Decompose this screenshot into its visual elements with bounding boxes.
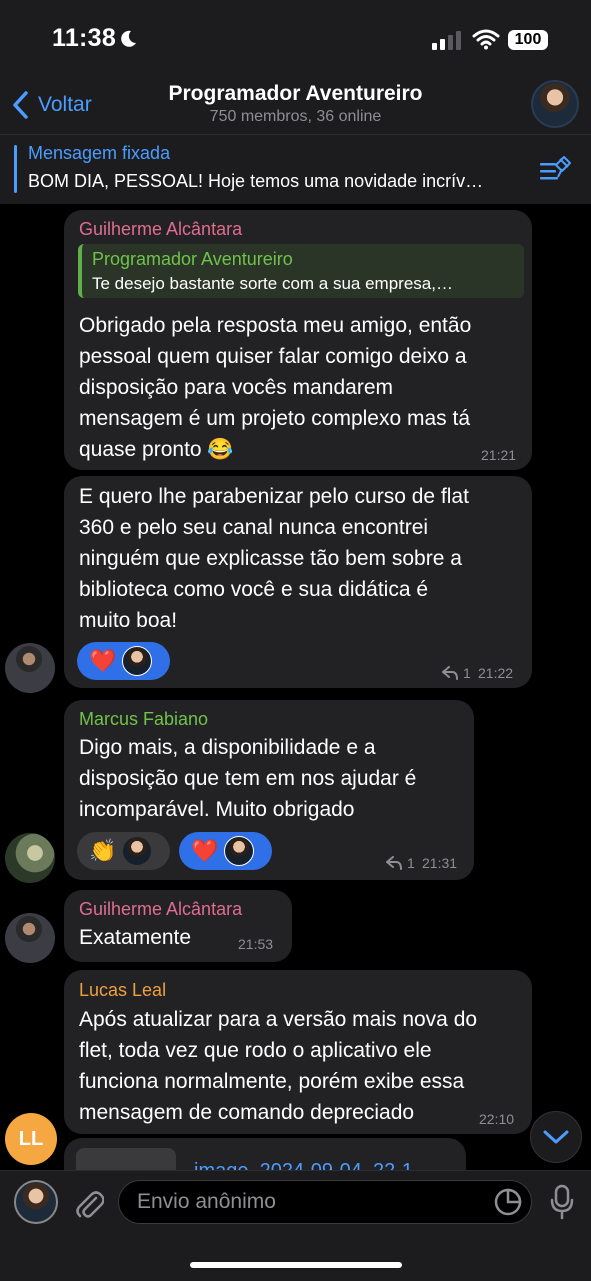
message-time: 21:22: [478, 665, 514, 681]
message-time: 21:21: [481, 447, 517, 463]
message-time: 21:31: [422, 855, 458, 871]
pinned-label: Mensagem fixada: [28, 143, 171, 163]
reply-author: Programador Aventureiro: [92, 249, 293, 269]
sender-name[interactable]: Guilherme Alcântara: [79, 219, 242, 240]
reply-count[interactable]: 1: [407, 855, 415, 871]
sticker-icon[interactable]: [494, 1188, 522, 1216]
message-input[interactable]: Envio anônimo: [118, 1180, 532, 1224]
chat-title[interactable]: Programador Aventureiro: [0, 82, 591, 106]
reactor-avatar: [224, 836, 255, 866]
attachment-icon[interactable]: [74, 1186, 104, 1220]
reply-arrow-icon: [442, 666, 458, 680]
chevron-down-icon: [543, 1130, 569, 1144]
reaction-heart[interactable]: ❤️: [179, 832, 272, 870]
heart-emoji: ❤️: [89, 648, 117, 673]
heart-emoji: ❤️: [191, 838, 219, 863]
reaction-clap[interactable]: 👏: [77, 832, 170, 870]
reactor-avatar: [122, 646, 153, 676]
message-text: E quero lhe parabenizar pelo curso de fl…: [79, 485, 469, 632]
home-indicator: [190, 1262, 402, 1268]
pinned-indicator: [14, 145, 17, 193]
status-time: 11:38: [52, 24, 117, 52]
scroll-down-button[interactable]: [530, 1111, 582, 1163]
message-text: Digo mais, a disponibilidade e a disposi…: [79, 736, 417, 821]
file-name[interactable]: image_2024-09-04_22-1: [194, 1160, 413, 1170]
reply-text: Te desejo bastante sorte com a sua empre…: [92, 274, 453, 293]
chat-subtitle: 750 membros, 36 online: [209, 108, 382, 125]
sender-avatar[interactable]: [5, 833, 55, 883]
reply-count[interactable]: 1: [463, 665, 471, 681]
sender-name[interactable]: Lucas Leal: [79, 980, 166, 1001]
battery-indicator: 100: [508, 30, 548, 50]
microphone-icon[interactable]: [550, 1184, 574, 1220]
reaction-heart[interactable]: ❤️: [77, 642, 170, 680]
signal-icon: [432, 31, 461, 50]
wifi-icon: [472, 29, 500, 50]
reactor-avatar: [122, 836, 153, 866]
sender-name[interactable]: Marcus Fabiano: [79, 709, 208, 730]
message-time: 21:53: [238, 936, 274, 952]
reply-arrow-icon: [386, 856, 402, 870]
sender-name[interactable]: Guilherme Alcântara: [79, 899, 242, 920]
message-text: Após atualizar para a versão mais nova d…: [79, 1008, 478, 1124]
file-thumbnail[interactable]: [76, 1148, 176, 1170]
send-as-avatar[interactable]: [14, 1180, 58, 1224]
message-text: Exatamente: [79, 926, 192, 949]
message-list[interactable]: Guilherme Alcântara Programador Aventure…: [0, 204, 591, 1170]
message-text: Obrigado pela resposta meu amigo, então …: [79, 314, 472, 461]
sender-avatar[interactable]: [5, 643, 55, 693]
pinned-list-icon[interactable]: [540, 155, 572, 185]
moon-icon: [121, 30, 136, 47]
pinned-text: BOM DIA, PESSOAL! Hoje temos uma novidad…: [28, 171, 484, 191]
message-time: 22:10: [479, 1111, 515, 1127]
sender-avatar[interactable]: LL: [5, 1113, 57, 1165]
group-avatar[interactable]: [531, 80, 579, 128]
clap-emoji: 👏: [89, 838, 117, 863]
sender-avatar[interactable]: [5, 913, 55, 963]
